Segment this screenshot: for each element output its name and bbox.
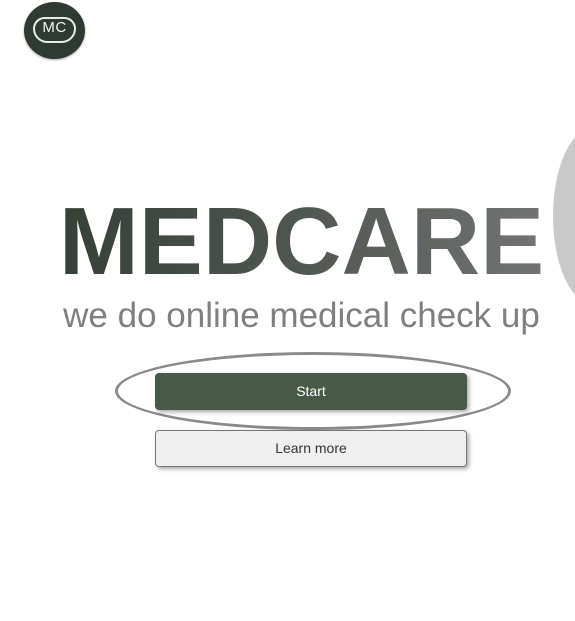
landing-page: MC MEDCARE we do online medical check up… [0, 0, 575, 621]
learn-more-button[interactable]: Learn more [155, 430, 467, 467]
logo-text: MC [42, 19, 67, 36]
medcare-logo[interactable]: MC [24, 2, 85, 59]
page-subtitle: we do online medical check up [63, 296, 540, 335]
start-button[interactable]: Start [155, 373, 467, 410]
page-title: MEDCARE [0, 188, 575, 296]
